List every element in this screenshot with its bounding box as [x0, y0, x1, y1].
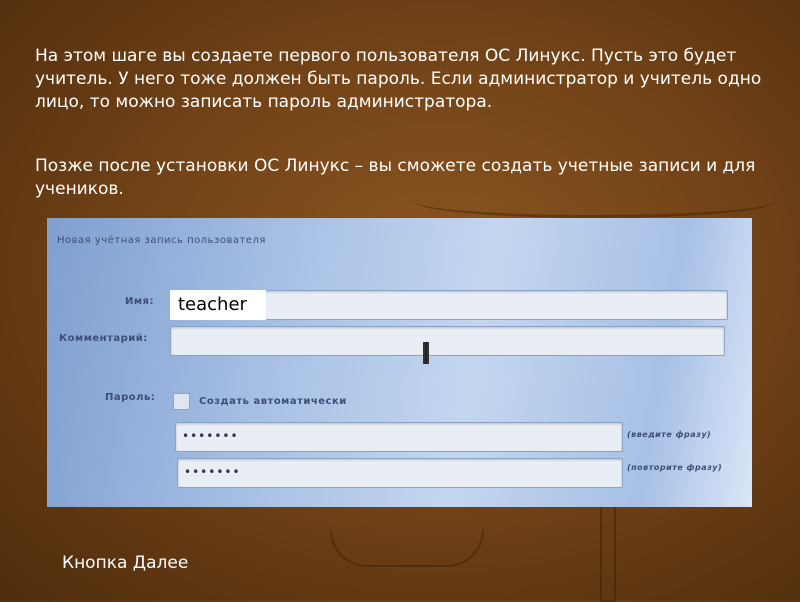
name-label: Имя:	[125, 296, 154, 307]
password-hint: (введите фразу)	[627, 430, 712, 439]
auto-password-label: Создать автоматически	[199, 396, 347, 407]
confirm-password-value: •••••••	[184, 465, 241, 479]
password-value: •••••••	[182, 429, 239, 443]
password-input[interactable]: •••••••	[175, 422, 623, 452]
auto-password-checkbox[interactable]	[173, 393, 190, 410]
confirm-password-hint: (повторите фразу)	[627, 463, 723, 472]
scale-pan-decoration	[330, 530, 484, 567]
comment-input[interactable]	[170, 326, 725, 356]
name-value: teacher	[170, 290, 266, 320]
comment-label: Комментарий:	[59, 333, 148, 344]
user-account-screenshot: Новая учётная запись пользователя Имя: t…	[47, 218, 752, 507]
form-title: Новая учётная запись пользователя	[57, 235, 266, 246]
password-label: Пароль:	[105, 392, 156, 403]
scale-pillar-decoration	[600, 507, 616, 602]
next-button-caption: Кнопка Далее	[62, 553, 189, 573]
confirm-password-input[interactable]: •••••••	[177, 458, 623, 488]
note-paragraph: Позже после установки ОС Линукс – вы смо…	[35, 156, 756, 199]
instruction-paragraph: На этом шаге вы создаете первого пользов…	[35, 46, 762, 112]
text-cursor-icon	[423, 342, 429, 364]
